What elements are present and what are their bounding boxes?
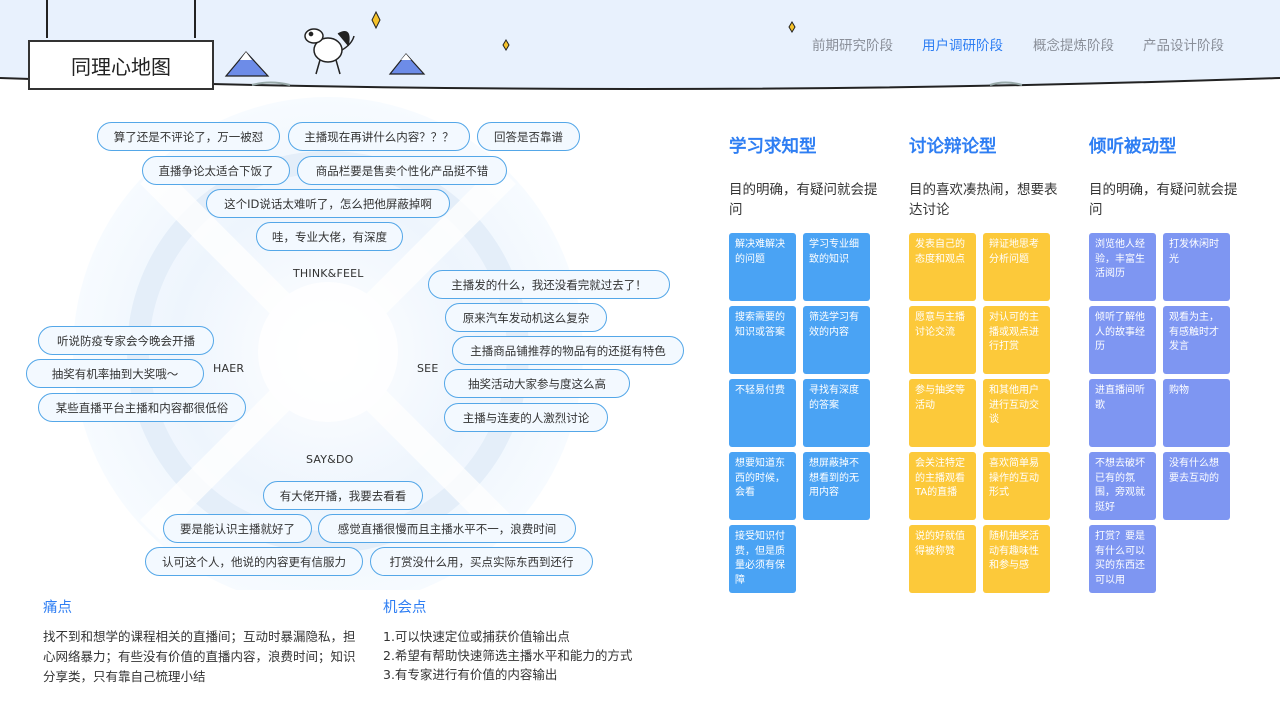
opportunity-item: 2.希望有帮助快速筛选主播水平和能力的方式 — [383, 648, 633, 663]
page-title: 同理心地图 — [28, 40, 214, 90]
type-card: 进直播间听歌 — [1089, 379, 1156, 447]
see-bubble: 主播与连麦的人激烈讨论 — [444, 403, 608, 432]
pain-points-title: 痛点 — [43, 600, 72, 616]
type-card: 参与抽奖等活动 — [909, 379, 976, 447]
hear-bubble: 听说防疫专家会今晚会开播 — [38, 326, 214, 355]
say-bubble: 认可这个人，他说的内容更有信服力 — [145, 547, 363, 576]
type-card: 打发休闲时光 — [1163, 233, 1230, 301]
type-card: 和其他用户进行互动交谈 — [983, 379, 1050, 447]
nav-item-research[interactable]: 前期研究阶段 — [812, 34, 893, 54]
type-card: 想屏蔽掉不想看到的无用内容 — [803, 452, 870, 520]
type-card: 说的好就值得被称赞 — [909, 525, 976, 593]
type-card: 想要知道东西的时候，会看 — [729, 452, 796, 520]
type-card: 会关注特定的主播观看TA的直播 — [909, 452, 976, 520]
dog-mascot-icon — [304, 28, 355, 75]
type-desc-discussion: 目的喜欢凑热闹，想要表达讨论 — [909, 182, 1058, 218]
type-card: 没有什么想要去互动的 — [1163, 452, 1230, 520]
type-card: 不轻易付费 — [729, 379, 796, 447]
see-bubble: 主播商品铺推荐的物品有的还挺有特色 — [452, 336, 684, 365]
say-bubble: 打赏没什么用，买点实际东西到还行 — [370, 547, 593, 576]
think-bubble: 回答是否靠谱 — [477, 122, 580, 151]
see-bubble: 主播发的什么，我还没看完就过去了！ — [428, 270, 670, 299]
type-card: 辩证地思考分析问题 — [983, 233, 1050, 301]
type-card: 不想去破坏已有的氛围，旁观就挺好 — [1089, 452, 1156, 520]
hear-bubble: 抽奖有机率抽到大奖哦～ — [26, 359, 204, 388]
say-bubble: 要是能认识主播就好了 — [163, 514, 312, 543]
think-bubble: 哇，专业大佬，有深度 — [256, 222, 403, 251]
opportunity-item: 1.可以快速定位或捕获价值输出点 — [383, 629, 570, 644]
type-card: 喜欢简单易操作的互动形式 — [983, 452, 1050, 520]
opportunity-title: 机会点 — [383, 600, 427, 616]
think-bubble: 商品栏要是售卖个性化产品挺不错 — [297, 156, 507, 185]
say-bubble: 有大佬开播，我要去看看 — [263, 481, 423, 510]
type-card: 观看为主，有感触时才发言 — [1163, 306, 1230, 374]
type-title-learning: 学习求知型 — [729, 137, 817, 157]
type-desc-listening: 目的明确，有疑问就会提问 — [1089, 182, 1238, 218]
see-bubble: 原来汽车发动机这么复杂 — [445, 303, 607, 332]
type-card: 对认可的主播或观点进行打赏 — [983, 306, 1050, 374]
type-card: 寻找有深度的答案 — [803, 379, 870, 447]
type-title-listening: 倾听被动型 — [1089, 137, 1177, 157]
say-bubble: 感觉直播很慢而且主播水平不一，浪费时间 — [318, 514, 576, 543]
type-card: 打赏？要是有什么可以买的东西还可以用 — [1089, 525, 1156, 593]
type-card: 倾听了解他人的故事经历 — [1089, 306, 1156, 374]
label-hear: HAER — [213, 362, 245, 375]
think-bubble: 直播争论太适合下饭了 — [142, 156, 290, 185]
nav-item-concept[interactable]: 概念提炼阶段 — [1033, 34, 1114, 54]
type-card: 愿意与主播讨论交流 — [909, 306, 976, 374]
type-card: 搜索需要的知识或答案 — [729, 306, 796, 374]
sparkle-icon — [371, 10, 796, 51]
type-card: 解决难解决的问题 — [729, 233, 796, 301]
type-card: 购物 — [1163, 379, 1230, 447]
type-card: 学习专业细致的知识 — [803, 233, 870, 301]
type-card: 浏览他人经验，丰富生活阅历 — [1089, 233, 1156, 301]
type-card: 发表自己的态度和观点 — [909, 233, 976, 301]
think-bubble: 算了还是不评论了，万一被怼 — [97, 122, 280, 151]
type-card: 筛选学习有效的内容 — [803, 306, 870, 374]
label-think-feel: THINK&FEEL — [293, 267, 364, 280]
pain-points-text: 找不到和想学的课程相关的直播间；互动时暴漏隐私，担心网络暴力；有些没有价值的直播… — [43, 629, 356, 684]
type-card: 接受知识付费，但是质量必须有保障 — [729, 525, 796, 593]
header-banner: 同理心地图 前期研究阶段 用户调研阶段 概念提炼阶段 产品设计阶段 — [0, 0, 1280, 100]
hear-bubble: 某些直播平台主播和内容都很低俗 — [38, 393, 246, 422]
nav-item-user-research[interactable]: 用户调研阶段 — [922, 34, 1003, 54]
nav-item-design[interactable]: 产品设计阶段 — [1143, 34, 1224, 54]
opportunity-item: 3.有专家进行有价值的内容输出 — [383, 667, 558, 682]
type-desc-learning: 目的明确，有疑问就会提问 — [729, 182, 878, 218]
label-say-do: SAY&DO — [306, 453, 354, 466]
page: 同理心地图 前期研究阶段 用户调研阶段 概念提炼阶段 产品设计阶段 THINK&… — [0, 0, 1280, 720]
type-card: 随机抽奖活动有趣味性和参与感 — [983, 525, 1050, 593]
see-bubble: 抽奖活动大家参与度这么高 — [444, 369, 630, 398]
think-bubble: 这个ID说话太难听了，怎么把他屏蔽掉啊 — [206, 189, 450, 218]
think-bubble: 主播现在再讲什么内容？？？ — [288, 122, 470, 151]
label-see: SEE — [417, 362, 439, 375]
type-title-discussion: 讨论辩论型 — [909, 137, 997, 157]
